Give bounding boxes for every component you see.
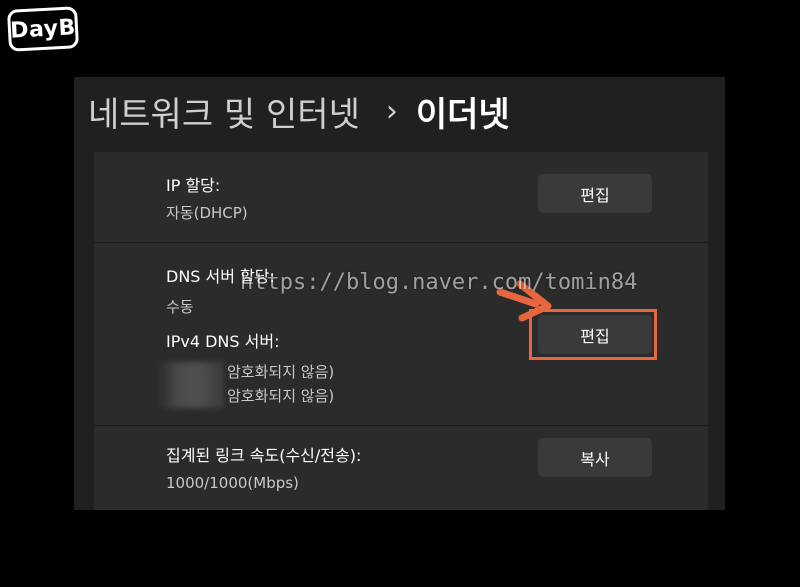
logo-text: DayB <box>9 14 77 44</box>
ipv4-dns-label: IPv4 DNS 서버: <box>166 332 280 351</box>
ip-assignment-edit-button[interactable]: 편집 <box>538 174 652 213</box>
dns-assignment-value: 수동 <box>166 298 194 316</box>
ipv4-dns-server-2: 암호화되지 않음) <box>227 387 335 405</box>
ethernet-properties-panel: IP 할당: 자동(DHCP) 편집 DNS 서버 할당: 수동 IPv4 DN… <box>94 152 708 510</box>
ip-assignment-section: IP 할당: 자동(DHCP) 편집 <box>94 152 708 242</box>
breadcrumb: 네트워크 및 인터넷 › 이더넷 <box>88 87 510 136</box>
ip-assignment-label: IP 할당: <box>166 176 221 195</box>
redacted-dns-addresses <box>158 362 224 408</box>
link-speed-copy-button[interactable]: 복사 <box>538 438 652 477</box>
ipv4-dns-server-1: 암호화되지 않음) <box>227 363 335 381</box>
link-speed-value: 1000/1000(Mbps) <box>166 474 299 492</box>
link-speed-label: 집계된 링크 속도(수신/전송): <box>166 446 362 465</box>
chevron-right-icon: › <box>385 94 398 129</box>
link-speed-section: 집계된 링크 속도(수신/전송): 1000/1000(Mbps) 복사 <box>94 426 708 510</box>
watermark-text: https://blog.naver.com/tomin84 <box>240 270 638 295</box>
breadcrumb-parent[interactable]: 네트워크 및 인터넷 <box>88 87 360 136</box>
ip-assignment-value: 자동(DHCP) <box>166 204 248 222</box>
dayb-logo: DayB <box>6 6 80 52</box>
page-title: 이더넷 <box>415 95 510 135</box>
